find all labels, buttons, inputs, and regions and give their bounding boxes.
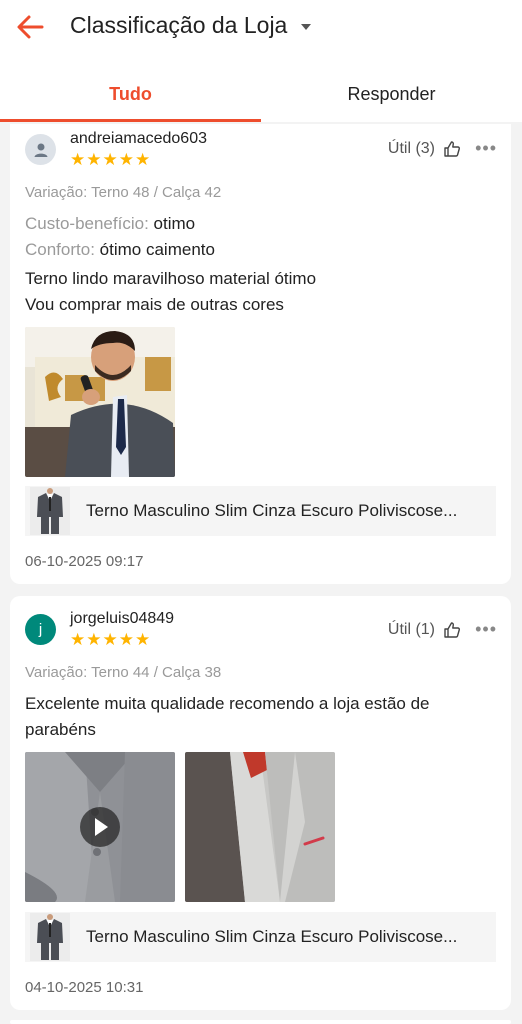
attribute-value: ótimo caimento xyxy=(99,240,215,259)
suit-thumbnail-image xyxy=(30,913,70,961)
review-video[interactable] xyxy=(25,752,175,902)
user-icon xyxy=(34,143,47,157)
page-title[interactable]: Classificação da Loja xyxy=(70,12,312,39)
product-thumbnail xyxy=(30,913,70,961)
more-options-icon[interactable]: ••• xyxy=(475,138,497,159)
review-card: andreiamacedo603 ★★★★★ Útil (3) ••• Vari… xyxy=(10,124,511,584)
review-date: 04-10-2025 10:31 xyxy=(25,979,144,996)
chevron-down-icon xyxy=(301,24,312,30)
tab-tudo[interactable]: Tudo xyxy=(0,76,261,122)
useful-button[interactable]: Útil (1) xyxy=(388,621,461,639)
product-name: Terno Masculino Slim Cinza Escuro Polivi… xyxy=(86,501,458,520)
review-photo[interactable] xyxy=(185,752,335,902)
avatar[interactable]: j xyxy=(25,614,56,645)
review-username[interactable]: jorgeluis04849 xyxy=(70,610,174,628)
review-text: Terno lindo maravilhoso material ótimo V… xyxy=(25,266,495,318)
review-text-line: Vou comprar mais de outras cores xyxy=(25,295,284,314)
suit-thumbnail-image xyxy=(30,487,70,535)
review-variation: Variação: Terno 48 / Calça 42 xyxy=(25,184,222,201)
avatar[interactable] xyxy=(25,134,56,165)
thumbs-up-icon xyxy=(444,622,460,638)
thumbs-up-icon xyxy=(444,141,460,157)
review-photo-image xyxy=(25,327,175,477)
play-icon[interactable] xyxy=(80,807,120,847)
page-title-label: Classificação da Loja xyxy=(70,12,288,38)
review-text-line: parabéns xyxy=(25,720,96,739)
more-options-icon[interactable]: ••• xyxy=(475,619,497,640)
attribute-key: Conforto: xyxy=(25,240,95,259)
review-attribute: Custo-benefício: otimo xyxy=(25,214,195,234)
product-name: Terno Masculino Slim Cinza Escuro Polivi… xyxy=(86,927,458,946)
review-card: j jorgeluis04849 ★★★★★ Útil (1) ••• Vari… xyxy=(10,596,511,1010)
useful-button[interactable]: Útil (3) xyxy=(388,140,461,158)
review-photo-image xyxy=(185,752,335,902)
review-variation: Variação: Terno 44 / Calça 38 xyxy=(25,664,222,681)
header: Classificação da Loja Tudo Responder xyxy=(0,0,522,122)
review-text: Excelente muita qualidade recomendo a lo… xyxy=(25,691,495,743)
product-link[interactable]: Terno Masculino Slim Cinza Escuro Polivi… xyxy=(25,912,496,962)
product-link[interactable]: Terno Masculino Slim Cinza Escuro Polivi… xyxy=(25,486,496,536)
review-text-line: Excelente muita qualidade recomendo a lo… xyxy=(25,694,430,713)
review-username[interactable]: andreiamacedo603 xyxy=(70,130,207,148)
useful-label: Útil (1) xyxy=(387,621,435,638)
tab-responder[interactable]: Responder xyxy=(261,76,522,122)
back-arrow-icon[interactable] xyxy=(14,10,48,44)
rating-stars: ★★★★★ xyxy=(70,630,152,649)
review-attribute: Conforto: ótimo caimento xyxy=(25,240,215,260)
attribute-value: otimo xyxy=(153,214,196,233)
product-thumbnail xyxy=(30,487,70,535)
useful-label: Útil (3) xyxy=(387,140,435,157)
attribute-key: Custo-benefício: xyxy=(25,214,149,233)
review-photo[interactable] xyxy=(25,327,175,477)
rating-stars: ★★★★★ xyxy=(70,150,152,169)
review-date: 06-10-2025 09:17 xyxy=(25,553,144,570)
review-text-line: Terno lindo maravilhoso material ótimo xyxy=(25,269,317,288)
review-card-partial xyxy=(10,1020,511,1024)
tab-bar: Tudo Responder xyxy=(0,76,522,122)
